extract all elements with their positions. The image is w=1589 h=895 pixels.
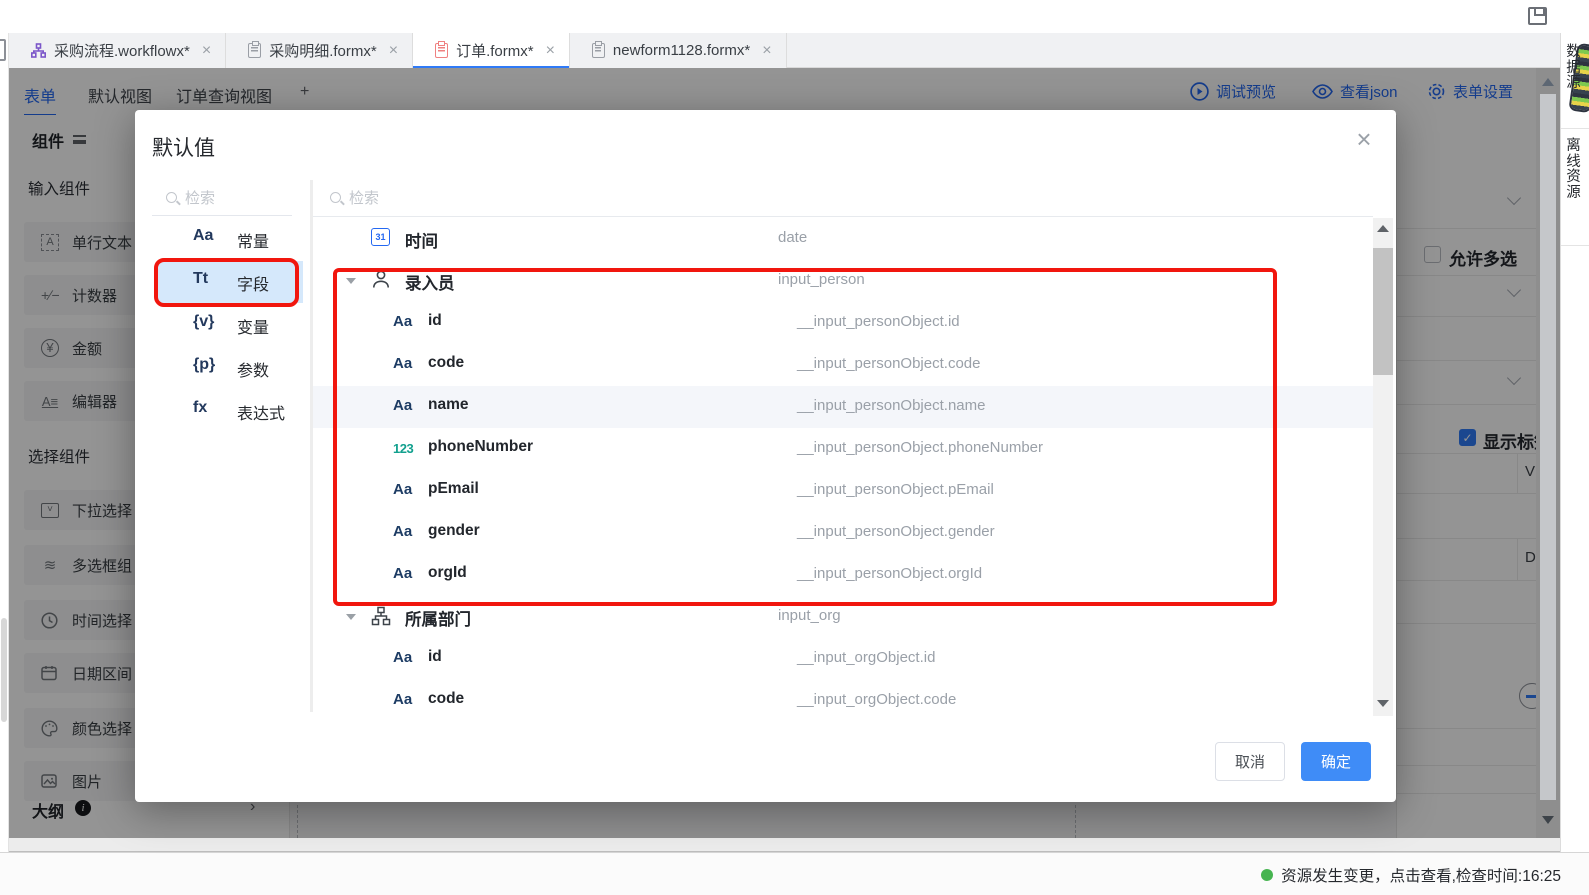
text-type-icon: Aa — [393, 397, 412, 414]
field-row-name-highlighted[interactable]: Aa name __input_personObject.name — [313, 386, 1393, 428]
left-scrollbar-thumb[interactable] — [1, 618, 7, 722]
tab-close-icon[interactable]: × — [389, 42, 398, 60]
workflow-icon — [31, 43, 46, 58]
cancel-button[interactable]: 取消 — [1215, 742, 1285, 781]
source-item-constant[interactable]: Aa 常量 — [152, 217, 295, 259]
scroll-up-arrow-icon[interactable] — [1542, 78, 1554, 86]
tab-close-icon[interactable]: × — [202, 42, 211, 60]
tab-label: 采购明细.formx* — [269, 40, 377, 61]
dialog-close-icon[interactable]: × — [1349, 124, 1379, 155]
calendar-icon: 31 — [371, 228, 390, 246]
field-row-org-id[interactable]: Aa id __input_orgObject.id — [313, 638, 1393, 680]
text-type-icon: Aa — [393, 523, 412, 540]
constant-type-icon: Aa — [193, 227, 213, 245]
left-search-input[interactable]: 检索 — [166, 187, 215, 208]
search-placeholder: 检索 — [185, 187, 215, 208]
source-item-expression[interactable]: fx 表达式 — [152, 389, 295, 431]
tab-newform1128[interactable]: newform1128.formx* × — [570, 33, 787, 68]
form-icon-red — [435, 43, 448, 58]
collapse-arrow-icon[interactable] — [346, 278, 356, 284]
tab-caigoumingxi[interactable]: 采购明细.formx* × — [226, 33, 413, 68]
field-row-phonenumber[interactable]: 123 phoneNumber __input_personObject.pho… — [313, 428, 1393, 470]
text-type-icon: Aa — [393, 481, 412, 498]
tab-dingdan-active[interactable]: 订单.formx* × — [413, 33, 570, 68]
tab-label: 订单.formx* — [456, 40, 534, 61]
app-window: 采购流程.workflowx* × 采购明细.formx* × 订单.formx… — [0, 0, 1589, 895]
field-list: 31 时间 date 录入员 input_person Aa id __inpu… — [313, 218, 1393, 712]
source-item-field[interactable]: Tt 字段 — [152, 260, 295, 302]
field-row-pemail[interactable]: Aa pEmail __input_personObject.pEmail — [313, 470, 1393, 512]
tab-workflow[interactable]: 采购流程.workflowx* × — [9, 33, 226, 68]
field-search-input[interactable]: 检索 — [330, 187, 379, 208]
field-row-org-code[interactable]: Aa code __input_orgObject.code — [313, 680, 1393, 712]
field-row-input-org[interactable]: 所属部门 input_org — [313, 596, 1393, 638]
source-item-parameter[interactable]: {p} 参数 — [152, 346, 295, 388]
parameter-type-icon: {p} — [193, 356, 215, 374]
scrollbar-thumb[interactable] — [1373, 248, 1393, 375]
number-type-icon: 123 — [393, 441, 413, 456]
text-type-icon: Aa — [393, 691, 412, 708]
status-dot-icon — [1261, 869, 1273, 881]
tab-close-icon[interactable]: × — [546, 42, 555, 60]
expression-type-icon: fx — [193, 399, 207, 417]
form-icon — [592, 43, 605, 58]
scroll-down-arrow-icon[interactable] — [1377, 700, 1389, 707]
save-icon[interactable] — [1528, 7, 1547, 25]
dialog-title: 默认值 — [152, 132, 215, 162]
field-type-icon: Tt — [193, 270, 208, 288]
search-icon — [330, 192, 341, 203]
tab-close-icon[interactable]: × — [762, 42, 771, 60]
person-icon — [371, 269, 391, 290]
main-vertical-scrollbar[interactable] — [1536, 68, 1560, 838]
scroll-up-arrow-icon[interactable] — [1377, 225, 1389, 232]
statusbar: 资源发生变更，点击查看,检查时间:16:25 — [0, 852, 1589, 895]
text-type-icon: Aa — [393, 565, 412, 582]
window-top-strip — [0, 0, 1589, 33]
left-edge-strip — [0, 33, 9, 852]
status-text: 资源发生变更，点击查看,检查时间:16:25 — [1281, 864, 1561, 886]
source-item-variable[interactable]: {v} 变量 — [152, 303, 295, 345]
right-dock-strip: 数据源 离线资源 — [1560, 33, 1589, 852]
offline-resource-dock-item[interactable]: 离线资源 — [1565, 139, 1582, 201]
field-row-orgid[interactable]: Aa orgId __input_personObject.orgId — [313, 554, 1393, 596]
document-tabbar: 采购流程.workflowx* × 采购明细.formx* × 订单.formx… — [9, 33, 1560, 68]
datasource-dock-item[interactable]: 数据源 — [1565, 45, 1582, 92]
tab-label: 采购流程.workflowx* — [54, 40, 190, 61]
text-type-icon: Aa — [393, 355, 412, 372]
search-icon — [166, 192, 177, 203]
search-placeholder: 检索 — [349, 187, 379, 208]
org-icon — [371, 606, 391, 626]
scrollbar-thumb[interactable] — [1540, 94, 1556, 800]
variable-type-icon: {v} — [193, 313, 214, 331]
form-icon — [248, 43, 261, 58]
collapse-arrow-icon[interactable] — [346, 614, 356, 620]
text-type-icon: Aa — [393, 649, 412, 666]
resource-changed-status[interactable]: 资源发生变更，点击查看,检查时间:16:25 — [1261, 864, 1561, 886]
field-row-gender[interactable]: Aa gender __input_personObject.gender — [313, 512, 1393, 554]
text-type-icon: Aa — [393, 313, 412, 330]
field-row-id[interactable]: Aa id __input_personObject.id — [313, 302, 1393, 344]
tab-label: newform1128.formx* — [613, 42, 750, 59]
collapse-panel-icon[interactable] — [0, 39, 6, 61]
bottom-strip — [9, 838, 1560, 852]
confirm-button[interactable]: 确定 — [1301, 742, 1371, 781]
field-row-time[interactable]: 31 时间 date — [313, 218, 1393, 260]
scroll-down-arrow-icon[interactable] — [1542, 816, 1554, 824]
field-row-input-person[interactable]: 录入员 input_person — [313, 260, 1393, 302]
default-value-dialog: 默认值 × 检索 Aa 常量 Tt 字段 {v} 变量 {p} 参数 fx 表达… — [135, 110, 1396, 802]
field-row-code[interactable]: Aa code __input_personObject.code — [313, 344, 1393, 386]
list-scrollbar[interactable] — [1373, 218, 1393, 716]
